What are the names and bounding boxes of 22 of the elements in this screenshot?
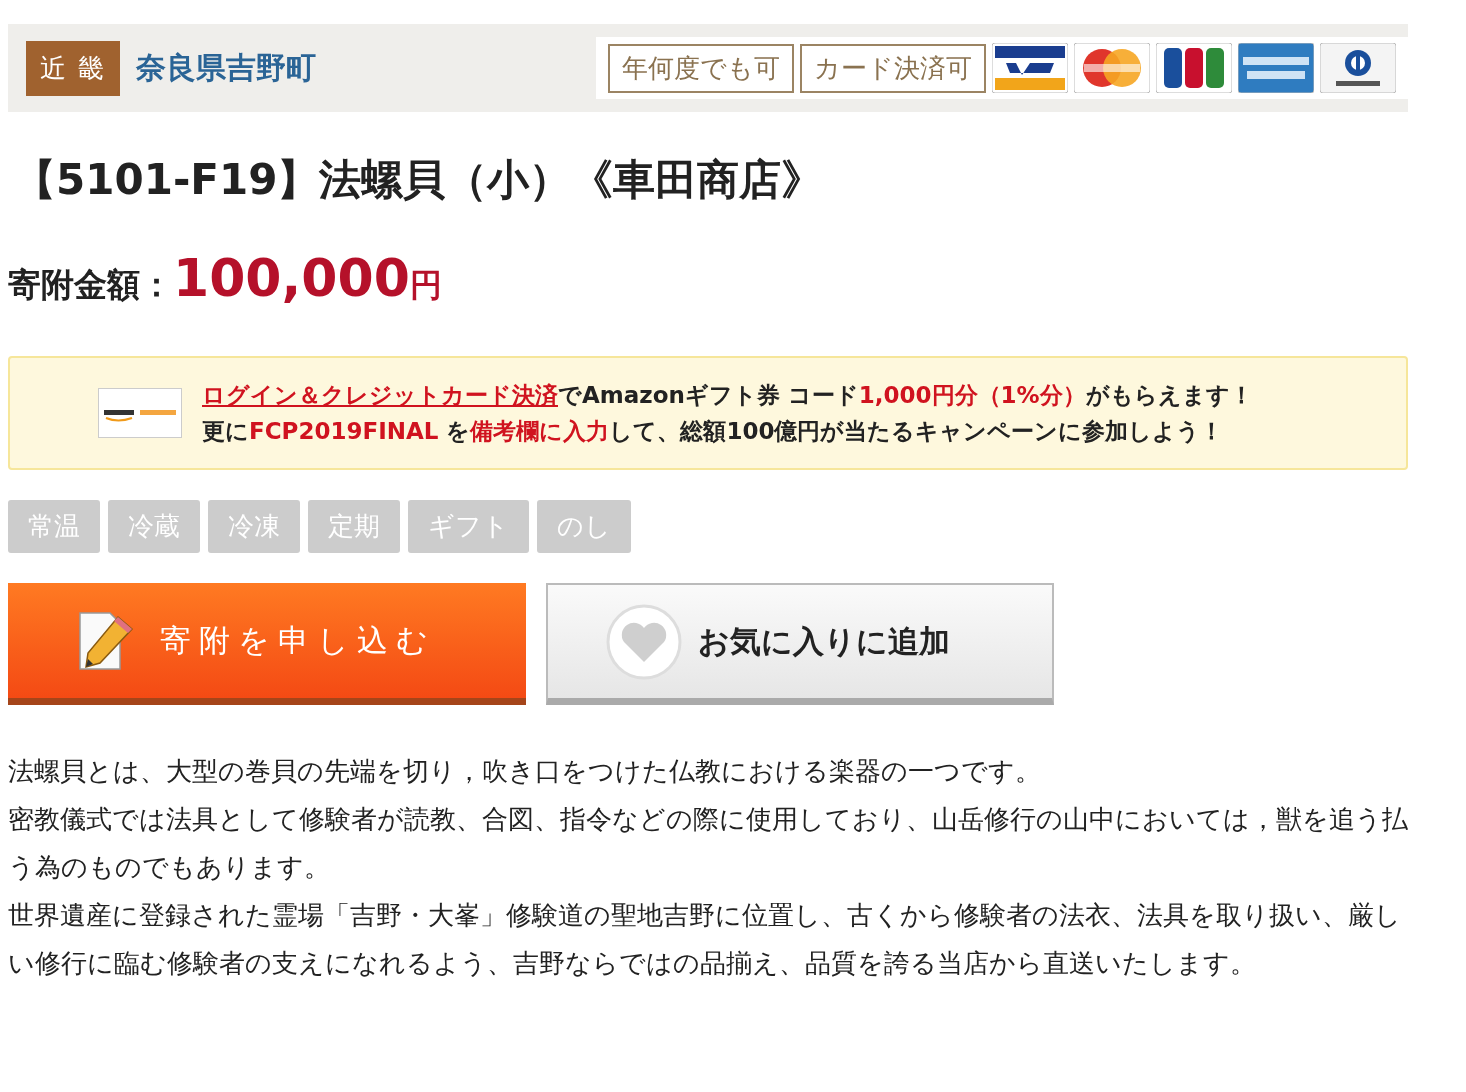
apply-button[interactable]: 寄附を申し込む: [8, 583, 526, 705]
description-text: 世界遺産に登録された霊場「吉野・大峯」修験道の聖地吉野に位置し、古くから修験者の法衣、法具を取り扱い、厳しい修行に臨む修験者の支えになれるよう、吉野ならではの品揃え、品質を誇る当店から直送いたします。: [8, 899, 1402, 980]
payment-badge: 年何度でも可: [608, 43, 794, 93]
card-logo-icon: [1238, 43, 1314, 93]
town-link[interactable]: 奈良県吉野町: [136, 47, 317, 89]
description-text: 法螺貝とは、大型の巻貝の先端を切り，吹き口をつけた仏教における楽器の一つです。: [8, 755, 1042, 788]
promo-text: ログイン＆クレジットカード決済でAmazonギフト券 コード 1,000円分（1%分）がもらえます！: [202, 381, 1253, 410]
promo-text: 更にFCP2019FINAL を備考欄に入力 して、総額100億円が当たるキャンペーンに参加しよう！: [202, 417, 1225, 446]
card-logo-icon: [992, 43, 1068, 93]
card-logo-icon: [1156, 43, 1232, 93]
promo-link[interactable]: ログイン＆クレジットカード決済: [202, 382, 558, 408]
card-logo-icon: [1320, 43, 1396, 93]
card-logo-icon: [1074, 43, 1150, 93]
region-badge: 近 畿: [26, 40, 121, 96]
price-unit: 円: [409, 265, 442, 306]
description-text: 密教儀式では法具として修験者が読教、合図、指令などの際に使用しており、山岳修行の山中においては，獣を追う払う為のものでもあります。: [8, 803, 1408, 884]
price-label: 寄附金額：: [8, 264, 173, 306]
product-title: 【5101-F19】法螺貝（小）《車田商店》: [14, 154, 825, 206]
price-amount: 100,000: [173, 248, 410, 308]
gift-card-icon: [98, 388, 182, 438]
favorite-button[interactable]: お気に入りに追加: [546, 583, 1054, 705]
payment-badge: カード決済可: [800, 43, 986, 93]
